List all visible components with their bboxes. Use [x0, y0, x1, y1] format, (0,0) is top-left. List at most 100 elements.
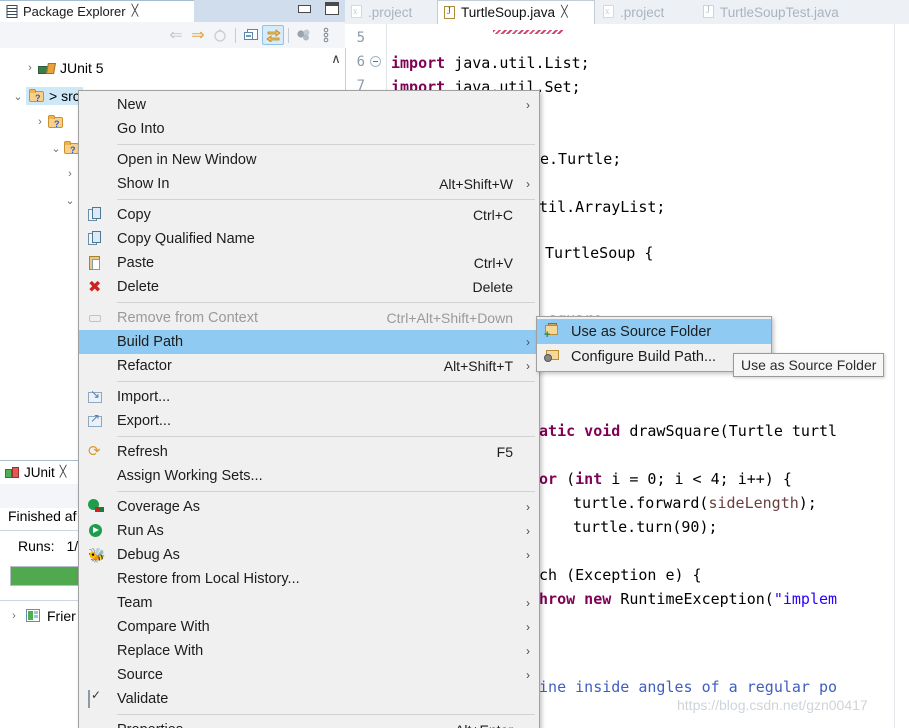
annotation-ruler[interactable]	[894, 24, 909, 728]
close-icon[interactable]: ╳	[561, 7, 568, 18]
editor-tab-turtlesoup-java[interactable]: J TurtleSoup.java ╳	[437, 0, 595, 24]
code-text: RuntimeException(	[620, 590, 774, 608]
tree-item-src[interactable]: ⌄ ? > src	[10, 84, 83, 108]
menu-item-import[interactable]: ↘ Import...	[79, 385, 539, 409]
overflow-menu-icon	[323, 27, 329, 43]
xml-file-icon: x	[603, 5, 616, 19]
chevron-down-icon[interactable]: ⌄	[62, 194, 78, 207]
chevron-down-icon[interactable]: ⌄	[10, 90, 26, 103]
import-icon: ↘	[88, 387, 102, 403]
fold-collapse-icon[interactable]	[370, 56, 381, 67]
menu-item-restore-from-local-history[interactable]: Restore from Local History...	[79, 567, 539, 591]
menu-separator	[117, 302, 535, 303]
toolbar-separator	[235, 27, 236, 43]
code-line-method-signature: tatic void drawSquare(Turtle turtl	[530, 422, 838, 440]
menu-item-assign-working-sets[interactable]: Assign Working Sets...	[79, 464, 539, 488]
menu-item-label: Copy Qualified Name	[117, 231, 255, 247]
editor-tab-turtlesouptest-java[interactable]: J TurtleSoupTest.java	[697, 0, 877, 24]
menu-item-debug-as[interactable]: 🐝 Debug As ›	[79, 543, 539, 567]
editor-tab-label: .project	[620, 4, 665, 20]
menu-item-source[interactable]: Source ›	[79, 663, 539, 687]
menu-item-shortcut: Ctrl+C	[472, 207, 513, 223]
menu-item-compare-with[interactable]: Compare With ›	[79, 615, 539, 639]
maximize-icon[interactable]	[325, 2, 339, 15]
close-icon[interactable]: ╳	[60, 467, 67, 478]
menu-item-new[interactable]: New ›	[79, 93, 539, 117]
folder-question-icon: ?	[48, 115, 64, 129]
delete-icon: ✖	[88, 277, 102, 296]
scroll-up-icon[interactable]: ∧	[329, 51, 343, 66]
menu-item-export[interactable]: ↗ Export...	[79, 409, 539, 433]
submenu-item-use-as-source-folder[interactable]: + Use as Source Folder	[537, 319, 771, 344]
tree-item-child-2[interactable]: ⌄ ?	[48, 136, 80, 160]
menu-item-show-in[interactable]: Show In Alt+Shift+W ›	[79, 172, 539, 196]
menu-item-open-in-new-window[interactable]: Open in New Window	[79, 148, 539, 172]
menu-item-label: Go Into	[117, 121, 165, 137]
menu-item-copy[interactable]: Copy Ctrl+C	[79, 203, 539, 227]
submenu-arrow-icon: ›	[526, 524, 530, 538]
menu-item-label: Team	[117, 595, 153, 611]
forward-button[interactable]: ⇒	[187, 25, 209, 45]
menu-item-validate[interactable]: Validate	[79, 687, 539, 711]
collapse-all-button[interactable]	[240, 25, 262, 45]
submenu-arrow-icon: ›	[526, 668, 530, 682]
java-file-icon: J	[444, 5, 457, 20]
menu-item-properties[interactable]: Properties Alt+Enter	[79, 718, 539, 728]
link-with-editor-button[interactable]	[262, 25, 284, 45]
menu-item-label: Delete	[117, 279, 159, 295]
menu-item-label: Refresh	[117, 444, 168, 460]
chevron-right-icon[interactable]: ›	[6, 610, 22, 622]
refresh-icon: ⟳	[88, 443, 101, 460]
menu-item-label: Import...	[117, 389, 171, 405]
tree-item-child-1[interactable]: › ?	[32, 110, 64, 134]
menu-item-refresh[interactable]: ⟳ Refresh F5	[79, 440, 539, 464]
chevron-right-icon[interactable]: ›	[22, 62, 38, 74]
menu-item-run-as[interactable]: Run As ›	[79, 519, 539, 543]
menu-item-team[interactable]: Team ›	[79, 591, 539, 615]
junit-test-tree-item[interactable]: › Frier	[6, 608, 76, 624]
menu-separator	[117, 144, 535, 145]
menu-item-build-path[interactable]: Build Path ›	[79, 330, 539, 354]
menu-item-delete[interactable]: ✖ Delete Delete	[79, 275, 539, 299]
eclipse-ide-window: x .project J TurtleSoup.java ╳ x .projec…	[0, 0, 909, 728]
up-button[interactable]	[209, 25, 231, 45]
menu-item-paste[interactable]: Paste Ctrl+V	[79, 251, 539, 275]
context-menu[interactable]: New › Go Into Open in New Window Show In…	[78, 90, 540, 728]
remove-from-context-icon	[88, 310, 105, 326]
menu-item-label: Properties	[117, 722, 183, 728]
tree-item-child-3[interactable]: ›	[62, 162, 78, 186]
tab-junit[interactable]: JUnit ╳	[0, 460, 80, 484]
code-line-class-decl: TurtleSoup {	[545, 244, 654, 262]
back-button[interactable]: ⇐	[165, 25, 187, 45]
menu-item-refactor[interactable]: Refactor Alt+Shift+T ›	[79, 354, 539, 378]
code-line-comment-angles: mine inside angles of a regular po	[530, 678, 838, 696]
menu-item-copy-qualified-name[interactable]: Copy Qualified Name	[79, 227, 539, 251]
close-icon[interactable]: ╳	[132, 6, 139, 17]
tab-package-explorer[interactable]: Package Explorer ╳	[0, 0, 194, 22]
chevron-right-icon[interactable]: ›	[62, 168, 78, 180]
view-menu-icon	[297, 29, 310, 41]
view-overflow-button[interactable]	[315, 25, 337, 45]
chevron-down-icon[interactable]: ⌄	[48, 142, 64, 155]
menu-item-label: Build Path	[117, 334, 184, 350]
minimize-icon[interactable]	[298, 4, 311, 13]
editor-tab-project-1[interactable]: x .project	[345, 0, 437, 24]
editor-tab-project-2[interactable]: x .project	[597, 0, 689, 24]
tree-item-label: > src	[49, 88, 80, 104]
toolbar-separator	[288, 27, 289, 43]
code-line-catch: tch (Exception e) {	[530, 566, 702, 584]
menu-item-go-into[interactable]: Go Into	[79, 117, 539, 141]
view-menu-button[interactable]	[293, 25, 315, 45]
tree-item-child-4[interactable]: ⌄	[62, 188, 78, 212]
link-with-editor-icon	[265, 29, 281, 42]
menu-item-label: Validate	[117, 691, 169, 707]
tree-item-junit5[interactable]: › JUnit 5	[22, 56, 103, 80]
menu-separator	[117, 381, 535, 382]
chevron-right-icon[interactable]: ›	[32, 116, 48, 128]
menu-item-coverage-as[interactable]: Coverage As ›	[79, 495, 539, 519]
menu-separator	[117, 491, 535, 492]
configure-build-path-icon	[544, 348, 561, 364]
code-fragment	[495, 26, 513, 44]
menu-item-replace-with[interactable]: Replace With ›	[79, 639, 539, 663]
menu-item-label: Remove from Context	[117, 310, 259, 326]
